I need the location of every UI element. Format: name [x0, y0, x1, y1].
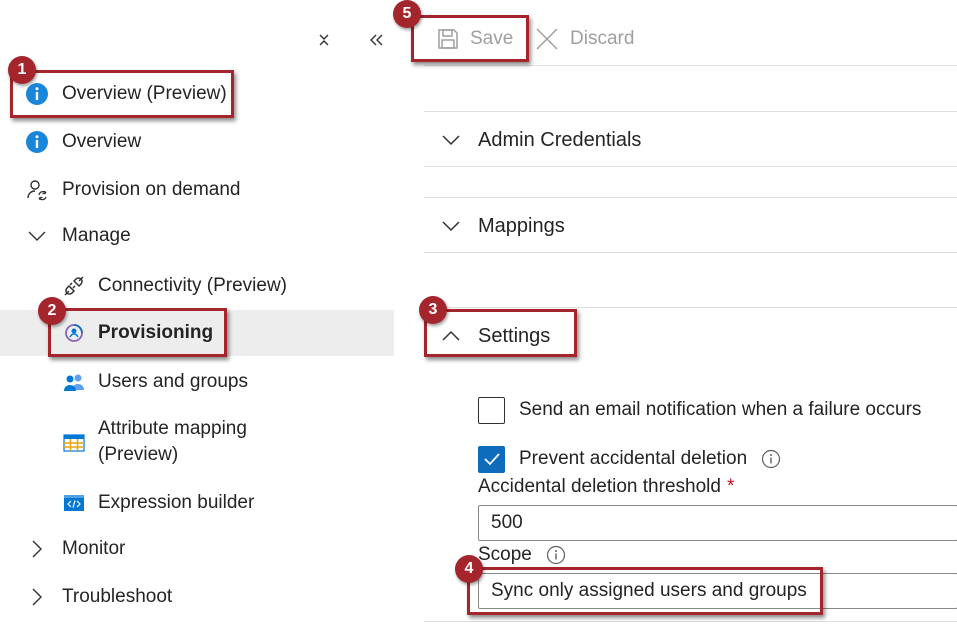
nav-group-monitor[interactable]: Monitor: [0, 527, 394, 571]
chevron-down-icon: [25, 224, 49, 248]
nav-item-label: Troubleshoot: [62, 586, 173, 607]
pin-collapse-icon[interactable]: [312, 28, 336, 52]
divider: [424, 197, 957, 198]
threshold-label-text: Accidental deletion threshold: [478, 476, 721, 497]
nav-item-label: Connectivity (Preview): [98, 275, 287, 296]
nav-item-label: Overview: [62, 131, 142, 152]
email-notification-option[interactable]: Send an email notification when a failur…: [478, 396, 921, 424]
callout-box-3: [424, 309, 577, 357]
callout-badge-1: 1: [8, 56, 36, 84]
nav-top-controls: [312, 28, 392, 52]
required-indicator: *: [726, 476, 735, 497]
attribute-mapping-table-icon: [62, 431, 86, 455]
divider: [424, 166, 957, 167]
threshold-label: Accidental deletion threshold *: [478, 476, 734, 498]
callout-box-2: [48, 308, 227, 357]
section-admin-credentials[interactable]: Admin Credentials: [424, 114, 957, 166]
nav-item-provision-on-demand[interactable]: Provision on demand: [0, 168, 394, 212]
nav-group-manage[interactable]: Manage: [0, 214, 394, 258]
nav-item-label: Expression builder: [98, 492, 255, 513]
prevent-deletion-label: Prevent accidental deletion: [519, 448, 748, 469]
nav-item-label: Attribute mapping: [98, 418, 247, 439]
callout-box-5: [411, 15, 529, 62]
callout-badge-3: 3: [419, 296, 447, 324]
divider: [424, 65, 957, 66]
scope-label-text: Scope: [478, 544, 532, 565]
prevent-deletion-option[interactable]: Prevent accidental deletion: [478, 445, 781, 473]
nav-item-label: Provision on demand: [62, 179, 241, 200]
prevent-deletion-checkbox[interactable]: [478, 445, 505, 473]
checkmark-icon: [483, 453, 500, 466]
email-notification-label: Send an email notification when a failur…: [519, 399, 922, 420]
nav-item-attribute-mapping[interactable]: Attribute mapping (Preview): [0, 414, 394, 472]
threshold-input[interactable]: 500: [478, 505, 957, 541]
collapse-sidebar-icon[interactable]: [364, 28, 388, 52]
info-outline-icon[interactable]: [761, 449, 781, 469]
callout-badge-5: 5: [393, 0, 421, 28]
section-mappings[interactable]: Mappings: [424, 200, 957, 252]
divider: [424, 307, 957, 308]
section-title: Mappings: [478, 214, 565, 237]
info-icon: [25, 130, 49, 154]
nav-item-overview[interactable]: Overview: [0, 120, 394, 164]
email-notification-checkbox[interactable]: [478, 396, 505, 424]
callout-badge-2: 2: [38, 297, 66, 325]
expression-builder-icon: [62, 491, 86, 515]
nav-item-label: Manage: [62, 225, 131, 246]
discard-button[interactable]: Discard: [534, 24, 634, 54]
divider: [424, 252, 957, 253]
scope-label: Scope: [478, 544, 566, 566]
divider: [424, 621, 957, 622]
nav-item-label: Users and groups: [98, 371, 248, 392]
chevron-down-icon: [442, 221, 460, 232]
nav-item-label-line2: (Preview): [98, 444, 179, 465]
callout-box-4: [467, 567, 823, 615]
info-outline-icon[interactable]: [546, 545, 566, 565]
chevron-down-icon: [442, 135, 460, 146]
chevron-right-icon: [25, 537, 49, 561]
nav-group-troubleshoot[interactable]: Troubleshoot: [0, 575, 394, 619]
callout-box-1: [10, 70, 234, 118]
connectivity-plug-icon: [62, 274, 86, 298]
nav-item-users-and-groups[interactable]: Users and groups: [0, 360, 394, 404]
provision-on-demand-icon: [25, 178, 49, 202]
section-title: Admin Credentials: [478, 128, 642, 151]
nav-item-expression-builder[interactable]: Expression builder: [0, 481, 394, 525]
callout-badge-4: 4: [455, 555, 483, 583]
nav-item-label: Monitor: [62, 538, 126, 559]
chevron-right-icon: [25, 585, 49, 609]
divider: [424, 111, 957, 112]
threshold-input-value: 500: [491, 512, 523, 533]
discard-label: Discard: [570, 28, 635, 49]
users-groups-icon: [62, 370, 86, 394]
close-icon: [536, 28, 558, 50]
